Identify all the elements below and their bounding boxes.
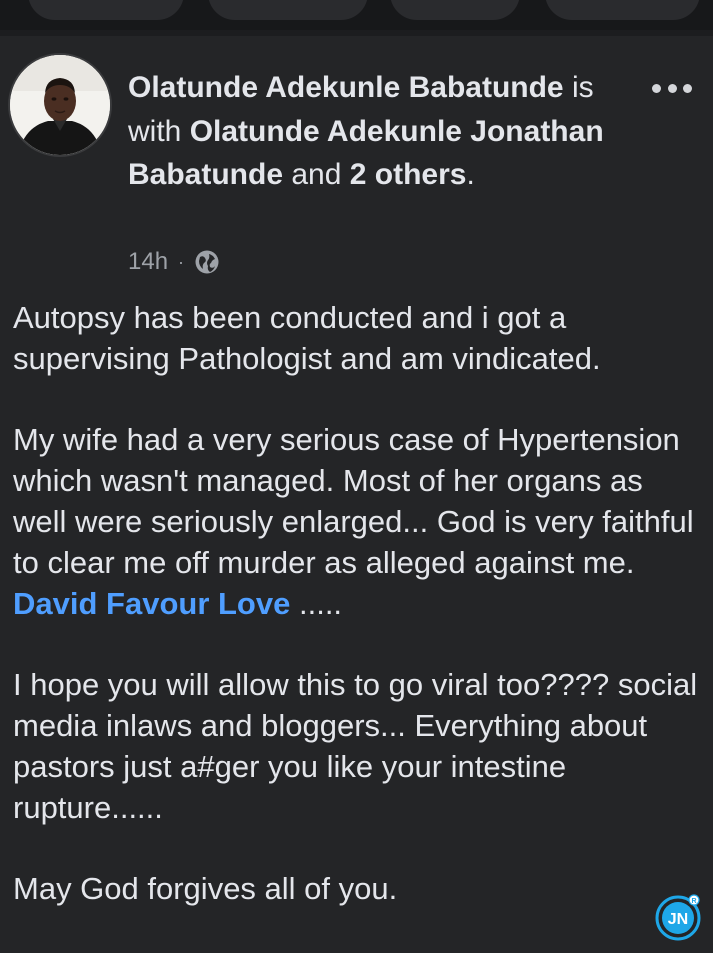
top-action-strip xyxy=(0,0,713,30)
paragraph-2-tail: ..... xyxy=(298,585,343,621)
post-body: Autopsy has been conducted and i got a s… xyxy=(13,298,703,910)
paragraph-4: May God forgives all of you. xyxy=(13,871,398,907)
mention-link[interactable]: David Favour Love xyxy=(13,586,290,621)
more-options-icon[interactable] xyxy=(652,82,692,94)
send-button-partial[interactable] xyxy=(545,0,700,20)
others-link[interactable]: 2 others xyxy=(350,158,467,191)
reaction-button-partial[interactable] xyxy=(28,0,184,20)
with-text: with xyxy=(128,114,182,148)
avatar[interactable] xyxy=(10,55,110,155)
post-header: Olatunde Adekunle Babatunde is with Olat… xyxy=(128,66,628,197)
post-time[interactable]: 14h xyxy=(128,248,168,276)
share-button-partial[interactable] xyxy=(390,0,520,20)
meta-separator: · xyxy=(178,251,185,272)
post-meta: 14h · xyxy=(128,246,220,278)
author-name[interactable]: Olatunde Adekunle Babatunde xyxy=(128,71,564,104)
watermark-label: JN xyxy=(668,911,688,928)
jn-watermark-logo: JN R xyxy=(655,894,701,941)
and-text: and xyxy=(291,158,342,191)
paragraph-1: Autopsy has been conducted and i got a s… xyxy=(13,300,601,376)
avatar-photo xyxy=(10,55,110,155)
header-period: . xyxy=(466,158,475,191)
paragraph-2: My wife had a very serious case of Hyper… xyxy=(13,420,703,624)
paragraph-2-text: My wife had a very serious case of Hyper… xyxy=(13,422,694,580)
comment-button-partial[interactable] xyxy=(208,0,368,20)
globe-icon[interactable] xyxy=(194,249,220,275)
paragraph-3: I hope you will allow this to go viral t… xyxy=(13,667,698,825)
watermark-registered: R xyxy=(691,898,696,905)
is-text: is xyxy=(571,71,594,104)
